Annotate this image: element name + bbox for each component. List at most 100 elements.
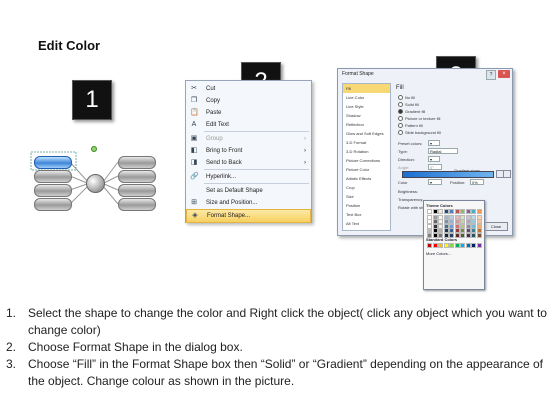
sidebar-item-shadow[interactable]: Shadow — [343, 111, 390, 120]
menu-item-bring-to-front[interactable]: ◧ Bring to Front › — [186, 145, 311, 157]
fill-option-no-fill[interactable]: No fill — [398, 95, 415, 101]
sidebar-item-glow-and-soft-edges[interactable]: Glow and Soft Edges — [343, 129, 390, 138]
sidebar-item-position[interactable]: Position — [343, 201, 390, 210]
diagram-preview — [25, 146, 158, 216]
standard-color-swatch[interactable] — [443, 243, 449, 248]
standard-color-swatch[interactable] — [427, 243, 432, 248]
standard-color-swatch[interactable] — [454, 243, 460, 248]
center-sphere[interactable] — [86, 174, 105, 193]
menu-item-paste[interactable]: 📋 Paste — [186, 107, 311, 119]
color-swatch[interactable] — [476, 209, 482, 214]
color-swatch[interactable] — [460, 209, 465, 214]
sidebar-item-3-d-format[interactable]: 3-D Format — [343, 138, 390, 147]
menu-item-label: Send to Back — [206, 160, 242, 166]
diagram-shape-left-2[interactable] — [34, 170, 72, 183]
sidebar-item-picture-corrections[interactable]: Picture Corrections — [343, 156, 390, 165]
standard-color-swatch[interactable] — [449, 243, 454, 248]
fill-option-solid-fill[interactable]: Solid fill — [398, 102, 419, 108]
sidebar-item-reflection[interactable]: Reflection — [343, 120, 390, 129]
menu-item-send-to-back[interactable]: ◨ Send to Back › — [186, 157, 311, 169]
sidebar-item-line-color[interactable]: Line Color — [343, 93, 390, 102]
remove-stop-button[interactable] — [503, 170, 511, 178]
menu-item-label: Bring to Front — [206, 148, 243, 154]
rotate-handle[interactable] — [91, 146, 97, 152]
sidebar-item-alt-text[interactable]: Alt Text — [343, 219, 390, 228]
sidebar-item-fill[interactable]: Fill — [343, 84, 390, 93]
close-icon[interactable]: × — [498, 70, 510, 78]
color-swatch[interactable] — [454, 232, 460, 238]
standard-color-swatch[interactable] — [460, 243, 465, 248]
type-dropdown[interactable]: Radial — [428, 148, 458, 154]
radio-icon — [398, 123, 403, 129]
color-swatch[interactable] — [432, 232, 438, 238]
radio-icon — [398, 95, 403, 101]
menu-item-format-shape[interactable]: ◈ Format Shape... — [186, 209, 311, 223]
standard-color-swatch[interactable] — [432, 243, 438, 248]
close-button[interactable]: Close — [484, 222, 508, 231]
color-swatch[interactable] — [427, 209, 432, 214]
color-swatch[interactable] — [465, 232, 471, 238]
color-swatch[interactable] — [443, 232, 449, 238]
color-swatch[interactable] — [449, 232, 454, 238]
preset-colors-dropdown[interactable]: ▾ — [428, 140, 440, 146]
sidebar-item-size[interactable]: Size — [343, 192, 390, 201]
color-swatch[interactable] — [471, 232, 476, 238]
menu-separator — [204, 131, 309, 132]
direction-dropdown[interactable]: ▾ — [428, 156, 440, 162]
fill-option-picture-or-texture-fill[interactable]: Picture or texture fill — [398, 116, 440, 122]
diagram-shape-left-3[interactable] — [34, 184, 72, 197]
sidebar-item-artistic-effects[interactable]: Artistic Effects — [343, 174, 390, 183]
color-swatch[interactable] — [471, 209, 476, 214]
scissors-icon: ✂ — [191, 85, 197, 92]
menu-item-group[interactable]: ▣ Group › — [186, 133, 311, 145]
fill-option-pattern-fill[interactable]: Pattern fill — [398, 123, 423, 129]
color-swatch[interactable] — [454, 209, 460, 214]
radio-icon — [398, 102, 403, 108]
angle-field[interactable]: 0° — [428, 164, 442, 170]
color-swatch[interactable] — [427, 232, 432, 238]
fill-option-label: Solid fill — [405, 102, 419, 107]
help-button[interactable]: ? — [486, 70, 496, 80]
sidebar-item-text-box[interactable]: Text Box — [343, 210, 390, 219]
menu-item-copy[interactable]: ❐ Copy — [186, 95, 311, 107]
menu-item-set-as-default-shape[interactable]: Set as Default Shape — [186, 185, 311, 197]
menu-item-label: Set as Default Shape — [206, 188, 263, 194]
diagram-shape-right-1[interactable] — [118, 156, 156, 169]
color-swatch[interactable] — [438, 209, 443, 214]
menu-item-size-and-position[interactable]: ⊞ Size and Position... — [186, 197, 311, 209]
diagram-shape-right-4[interactable] — [118, 198, 156, 211]
radio-icon — [398, 109, 403, 115]
direction-label: Direction: — [398, 157, 415, 162]
menu-item-label: Size and Position... — [206, 200, 258, 206]
menu-item-cut[interactable]: ✂ Cut — [186, 83, 311, 95]
standard-color-swatch[interactable] — [471, 243, 476, 248]
menu-item-edit-text[interactable]: A Edit Text — [186, 119, 311, 131]
color-swatch[interactable] — [432, 209, 438, 214]
standard-color-swatch[interactable] — [438, 243, 443, 248]
gradient-stops-bar[interactable] — [402, 171, 494, 178]
more-colors-item[interactable]: More Colors... — [426, 251, 451, 256]
fill-option-gradient-fill[interactable]: Gradient fill — [398, 109, 426, 115]
standard-color-swatch[interactable] — [476, 243, 482, 248]
color-swatch[interactable] — [438, 232, 443, 238]
diagram-shape-left-4[interactable] — [34, 198, 72, 211]
color-swatch[interactable] — [449, 209, 454, 214]
fill-option-label: Gradient fill — [405, 109, 426, 114]
standard-color-swatch[interactable] — [465, 243, 471, 248]
fill-option-slide-background-fill[interactable]: Slide background fill — [398, 130, 441, 136]
sidebar-item-3-d-rotation[interactable]: 3-D Rotation — [343, 147, 390, 156]
diagram-shape-right-2[interactable] — [118, 170, 156, 183]
menu-item-hyperlink[interactable]: 🔗 Hyperlink... — [186, 171, 311, 183]
color-swatch[interactable] — [465, 209, 471, 214]
position-field[interactable]: 0% — [470, 179, 484, 185]
menu-item-label: Copy — [206, 98, 221, 104]
selected-shape[interactable] — [34, 156, 72, 169]
sidebar-item-crop[interactable]: Crop — [343, 183, 390, 192]
sidebar-item-line-style[interactable]: Line Style — [343, 102, 390, 111]
color-picker-button[interactable]: ▾ — [428, 179, 442, 185]
diagram-shape-right-3[interactable] — [118, 184, 156, 197]
sidebar-item-picture-color[interactable]: Picture Color — [343, 165, 390, 174]
color-swatch[interactable] — [476, 232, 482, 238]
color-swatch[interactable] — [443, 209, 449, 214]
color-swatch[interactable] — [460, 232, 465, 238]
